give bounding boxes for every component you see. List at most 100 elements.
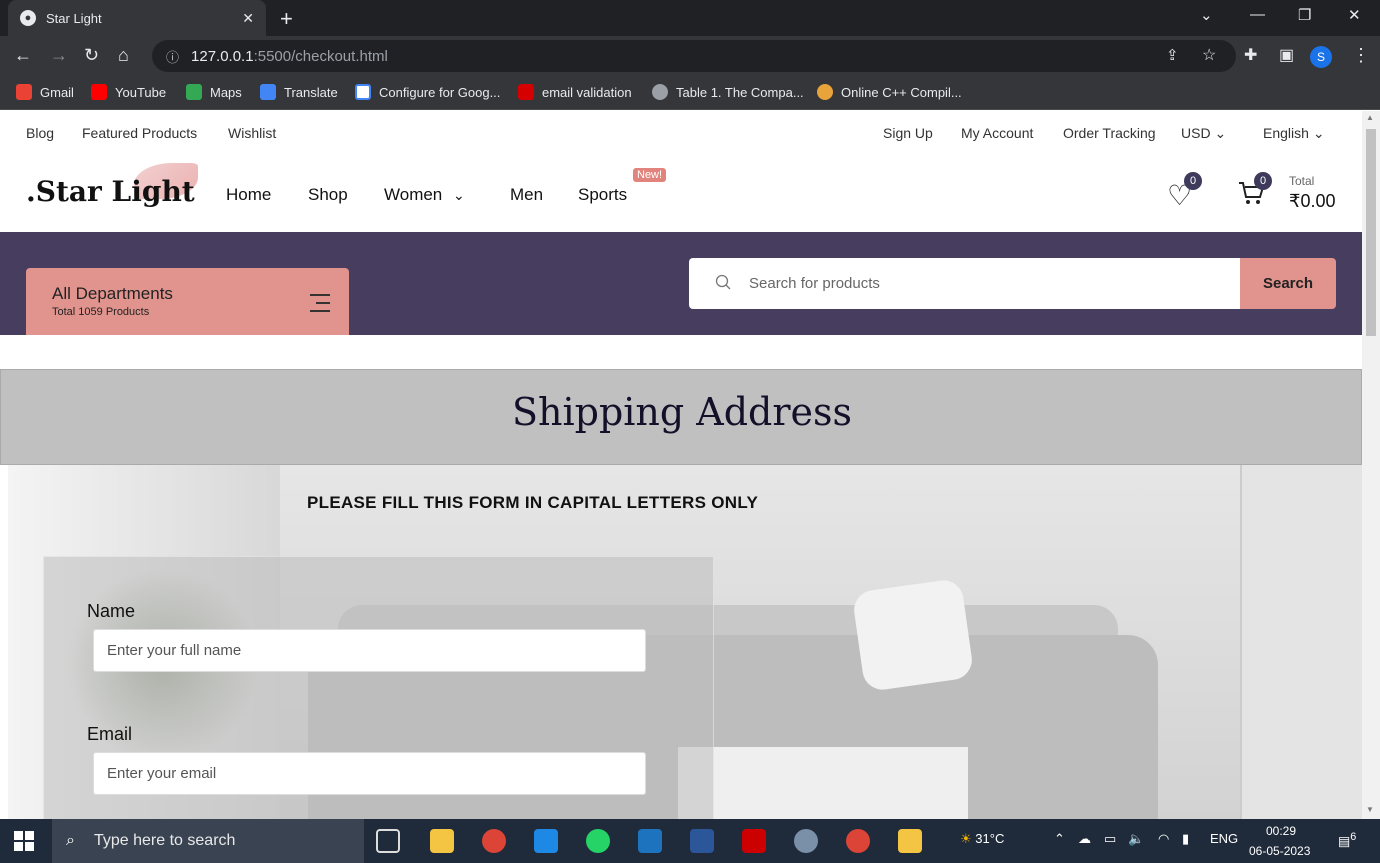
bookmark-youtube[interactable]: YouTube xyxy=(91,84,166,100)
heading-banner: Shipping Address xyxy=(0,369,1362,465)
vscode-icon[interactable] xyxy=(534,829,558,853)
bookmarks-bar: Gmail YouTube Maps Translate Configure f… xyxy=(0,76,1380,110)
sun-icon: ☀ xyxy=(960,831,972,846)
file-explorer-icon[interactable] xyxy=(430,829,454,853)
display-icon[interactable]: ▭ xyxy=(1104,831,1116,847)
menu-icon[interactable]: ⋮ xyxy=(1352,45,1370,66)
cart-total-value: ₹0.00 xyxy=(1289,191,1336,211)
home-icon[interactable]: ⌂ xyxy=(118,45,129,66)
nav-men[interactable]: Men xyxy=(510,185,543,205)
bookmark-configure[interactable]: Configure for Goog... xyxy=(355,84,500,100)
nav-women[interactable]: Women ⌄ xyxy=(384,185,465,205)
task-view-icon[interactable] xyxy=(376,829,400,853)
new-tab-button[interactable]: + xyxy=(280,6,293,32)
nav-sign-up[interactable]: Sign Up xyxy=(883,125,933,141)
departments-title: All Departments xyxy=(52,284,173,303)
windows-start-icon[interactable] xyxy=(14,831,34,851)
minimize-button[interactable]: — xyxy=(1250,6,1265,23)
translate-icon xyxy=(260,84,276,100)
search-icon xyxy=(715,274,731,290)
bookmark-gmail[interactable]: Gmail xyxy=(16,84,74,100)
name-label: Name xyxy=(87,601,136,621)
bookmark-online-cpp[interactable]: Online C++ Compil... xyxy=(817,84,962,100)
word-icon[interactable] xyxy=(690,829,714,853)
nav-home[interactable]: Home xyxy=(226,185,271,205)
form-notice: PLEASE FILL THIS FORM IN CAPITAL LETTERS… xyxy=(307,493,759,512)
nav-my-account[interactable]: My Account xyxy=(961,125,1033,141)
browser-toolbar: ← → ↻ ⌂ ⓘ 127.0.0.1:5500/checkout.html ⇪… xyxy=(0,36,1380,76)
chrome-profile-icon[interactable] xyxy=(846,829,870,853)
bookmark-table[interactable]: Table 1. The Compa... xyxy=(652,84,804,100)
notification-count: 6 xyxy=(1350,831,1357,843)
profile-avatar[interactable]: S xyxy=(1310,46,1332,68)
weather-widget[interactable]: ☀ 31°C xyxy=(960,831,1004,847)
scroll-down-arrow[interactable]: ▼ xyxy=(1366,805,1374,814)
chrome-icon[interactable] xyxy=(482,829,506,853)
search-input[interactable] xyxy=(749,258,1219,309)
language-select[interactable]: English ⌄ xyxy=(1263,125,1325,142)
notification-center-icon[interactable]: ▤6 xyxy=(1338,831,1356,849)
bookmark-star-icon[interactable]: ☆ xyxy=(1202,45,1216,65)
globe-icon xyxy=(652,84,668,100)
share-icon[interactable]: ⇪ xyxy=(1166,46,1179,64)
bookmark-translate[interactable]: Translate xyxy=(260,84,338,100)
site-info-icon[interactable]: ⓘ xyxy=(166,47,179,66)
wishlist-count-badge: 0 xyxy=(1184,172,1202,190)
browser-tab[interactable]: ● Star Light ✕ xyxy=(8,0,266,36)
back-icon[interactable]: ← xyxy=(14,45,32,66)
tray-chevron-icon[interactable]: ⌃ xyxy=(1054,831,1065,847)
cart-total-label: Total xyxy=(1289,174,1315,188)
nav-wishlist[interactable]: Wishlist xyxy=(228,125,276,141)
taskbar-search-placeholder: Type here to search xyxy=(94,832,236,849)
wifi-icon[interactable]: ◠ xyxy=(1158,831,1169,847)
nav-sports[interactable]: Sports xyxy=(578,185,627,205)
sun-icon xyxy=(817,84,833,100)
currency-select[interactable]: USD ⌄ xyxy=(1181,125,1226,142)
pillow xyxy=(851,577,975,693)
logo[interactable]: .Star Light xyxy=(26,175,195,208)
whatsapp-icon[interactable] xyxy=(586,829,610,853)
cart-count-badge: 0 xyxy=(1254,172,1272,190)
bookmark-email-validation[interactable]: email validation xyxy=(518,84,632,100)
email-label: Email xyxy=(87,724,133,744)
volume-icon[interactable]: 🔈 xyxy=(1128,831,1144,847)
close-window-button[interactable]: ✕ xyxy=(1348,6,1361,24)
nav-order-tracking[interactable]: Order Tracking xyxy=(1063,125,1156,141)
tab-title: Star Light xyxy=(46,10,102,26)
battery-icon[interactable]: ▮ xyxy=(1182,831,1189,847)
nav-shop[interactable]: Shop xyxy=(308,185,348,205)
nav-blog[interactable]: Blog xyxy=(26,125,54,141)
media-player-icon[interactable] xyxy=(638,829,662,853)
bookmark-maps[interactable]: Maps xyxy=(186,84,242,100)
clock-date[interactable]: 06-05-2023 xyxy=(1249,844,1310,858)
windows-taskbar: ⌕ Type here to search ☀ 31°C ⌃ ☁ ▭ 🔈 ◠ ▮… xyxy=(0,819,1380,863)
side-panel-icon[interactable]: ▣ xyxy=(1279,45,1294,65)
reload-icon[interactable]: ↻ xyxy=(84,45,99,66)
new-badge: New! xyxy=(633,168,667,182)
tab-search-icon[interactable]: ⌄ xyxy=(1200,6,1213,24)
search-icon: ⌕ xyxy=(66,832,75,849)
nav-featured-products[interactable]: Featured Products xyxy=(82,125,197,141)
hamburger-icon xyxy=(310,294,330,318)
all-departments-button[interactable]: All Departments Total 1059 Products xyxy=(26,268,349,335)
maps-icon xyxy=(186,84,202,100)
clock-time[interactable]: 00:29 xyxy=(1266,824,1296,838)
page-scrollbar[interactable]: ▲ ▼ xyxy=(1362,111,1380,819)
scroll-up-arrow[interactable]: ▲ xyxy=(1366,113,1374,122)
close-tab-icon[interactable]: ✕ xyxy=(242,10,254,27)
address-bar[interactable]: ⓘ 127.0.0.1:5500/checkout.html ⇪ ☆ xyxy=(152,40,1236,72)
scroll-thumb[interactable] xyxy=(1366,129,1376,336)
notes-icon[interactable] xyxy=(898,829,922,853)
email-field[interactable] xyxy=(93,752,646,795)
snipping-tool-icon[interactable] xyxy=(794,829,818,853)
forward-icon[interactable]: → xyxy=(50,45,68,66)
name-field[interactable] xyxy=(93,629,646,672)
main-header: .Star Light Home Shop Women ⌄ Men Sports… xyxy=(0,155,1362,232)
restore-button[interactable]: ❐ xyxy=(1298,6,1311,24)
search-button[interactable]: Search xyxy=(1240,258,1336,309)
pdf-reader-icon[interactable] xyxy=(742,829,766,853)
cloud-icon[interactable]: ☁ xyxy=(1078,831,1091,847)
extensions-icon[interactable]: ✚ xyxy=(1244,45,1257,65)
language-indicator[interactable]: ENG xyxy=(1210,831,1238,846)
taskbar-search[interactable]: ⌕ Type here to search xyxy=(52,819,364,863)
